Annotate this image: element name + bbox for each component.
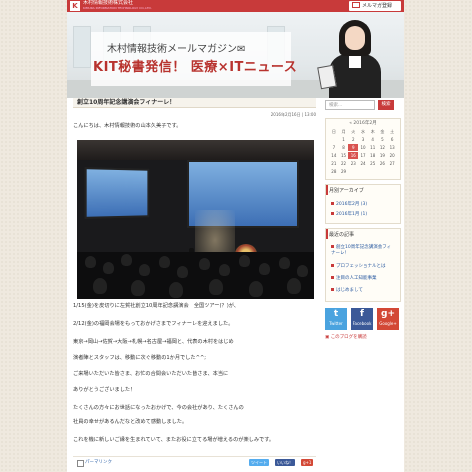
calendar-weekday: 水 <box>360 129 365 134</box>
main-content: 創立10周年記念講演会フィナーレ！ 2016年2月16日 | 13:00 こんに… <box>73 98 316 472</box>
calendar-title[interactable]: « 2016年2月 <box>326 120 400 126</box>
calendar-weekday: 金 <box>380 129 385 134</box>
post-paragraph: 東京→岡山→佐賀→大阪→札幌→名古屋→福岡と、代表の木村をはじめ <box>73 339 234 345</box>
calendar-day: 10 <box>360 145 366 150</box>
search-button[interactable]: 検索 <box>378 100 394 110</box>
calendar-day: 28 <box>331 169 337 174</box>
calendar-day <box>358 168 368 175</box>
calendar-day: 18 <box>370 153 376 158</box>
recent-post-item[interactable]: はじめまして <box>331 287 363 293</box>
search-input[interactable]: 検索... <box>325 100 375 110</box>
calendar-weekday: 木 <box>370 129 375 134</box>
like-button[interactable]: いいね！ <box>275 459 295 466</box>
calendar-day: 22 <box>341 161 347 166</box>
calendar-day <box>329 136 339 143</box>
calendar-widget: « 2016年2月 日月火水木金土 1 2 3 4 5 6 7 8 9 10 11 12 13 14 15 16… <box>325 118 401 180</box>
post-paragraph: ありがとうございました！ <box>73 387 136 393</box>
google-plus-share-button[interactable]: g+ Google+ <box>377 308 399 330</box>
calendar-day: 26 <box>379 161 385 166</box>
calendar-weekday: 月 <box>341 129 346 134</box>
post-paragraph: ご来場いただいた皆さま、お忙の合間会いただいた皆さま、本当に <box>73 371 229 377</box>
calendar-day: 27 <box>389 161 395 166</box>
calendar-grid: 日月火水木金土 1 2 3 4 5 6 7 8 9 10 11 12 13 14 15 16 17 18 19 20 21… <box>329 128 397 175</box>
calendar-day: 20 <box>389 153 395 158</box>
calendar-day: 11 <box>370 145 376 150</box>
calendar-day: 21 <box>331 161 337 166</box>
calendar-day[interactable]: 16 <box>348 152 359 159</box>
calendar-day: 25 <box>370 161 376 166</box>
calendar-day: 23 <box>350 161 356 166</box>
recent-post-item[interactable]: 創立10周年記念講演会フィナーレ！ <box>331 245 393 257</box>
header-banner[interactable]: 木村情報技術メールマガジン✉ KIT秘書発信！ 医療×ITニュース <box>67 12 404 98</box>
post-paragraph: これを機に新しいご縁を生まれていて、またお役に立てる場が増えるのが楽しみです。 <box>73 437 275 443</box>
calendar-day: 29 <box>341 169 347 174</box>
sidebar: 検索... 検索 « 2016年2月 日月火水木金土 1 2 3 4 5 6 7 8 9 10 11 1… <box>323 98 401 472</box>
company-name-en: KIMURA INFORMATION TECHNOLOGY CO.,LTD. <box>83 6 152 10</box>
banner-window <box>73 26 91 68</box>
calendar-day: 12 <box>379 145 385 150</box>
calendar-day <box>378 168 388 175</box>
calendar-weekday: 日 <box>331 129 336 134</box>
post-date: 2016年2月16日 | 13:00 <box>270 112 316 117</box>
newsletter-signup-button[interactable]: メルマガ登録 <box>349 1 401 11</box>
post-paragraph: 社員の幸せがあるんだなと改めて感動しました。 <box>73 419 188 425</box>
audience <box>77 252 314 299</box>
banner-title: KIT秘書発信！ 医療×ITニュース <box>93 60 298 75</box>
archive-item[interactable]: 2016年2月 (3) <box>331 201 367 207</box>
calendar-day <box>387 168 397 175</box>
post-paragraph: たくさんの方々にお世話になったおかげで、今の会社があり、たくさんの <box>73 405 244 411</box>
calendar-day: 24 <box>360 161 366 166</box>
calendar-day: 8 <box>342 145 345 150</box>
twitter-icon: t <box>333 309 339 319</box>
document-icon <box>77 460 84 467</box>
company-logo[interactable]: K <box>70 1 80 11</box>
secretary-photo <box>317 20 391 98</box>
recent-posts-title: 最近の記事 <box>329 232 355 238</box>
permalink-link[interactable]: パーマリンク <box>85 459 112 465</box>
calendar-day: 17 <box>360 153 366 158</box>
calendar-weekday: 火 <box>351 129 356 134</box>
calendar-day: 13 <box>389 145 395 150</box>
calendar-day: 7 <box>332 145 336 150</box>
archive-item[interactable]: 2016年1月 (1) <box>331 211 367 217</box>
newsletter-signup-label: メルマガ登録 <box>362 3 393 9</box>
calendar-day: 5 <box>381 137 384 142</box>
projection-screen-left <box>84 167 150 219</box>
google-plus-button[interactable]: g+1 <box>301 459 314 466</box>
tweet-button[interactable]: ツイート <box>249 459 269 466</box>
recent-post-item[interactable]: 注目の人工知能事業 <box>331 275 377 281</box>
calendar-day: 3 <box>361 137 365 142</box>
banner-subtitle: 木村情報技術メールマガジン✉ <box>107 44 246 55</box>
post-paragraph: 演者陣とスタッフは、移動に次ぐ移動の1か月でした^^; <box>73 355 207 361</box>
post-footer: パーマリンク ツイート いいね！ g+1 <box>73 456 316 468</box>
facebook-icon: f <box>360 309 364 319</box>
rss-subscribe-link[interactable]: ▣ このブログを購読 <box>325 334 367 340</box>
calendar-day: 4 <box>371 137 374 142</box>
calendar-day: 15 <box>341 153 347 158</box>
calendar-day <box>348 168 358 175</box>
post-paragraph: 1/15(金)を皮切りに左賀社創立10周年記念講演会 全国ツアー(？)が、 <box>73 303 239 309</box>
calendar-weekday: 土 <box>390 129 395 134</box>
page-container: K 木村情報技術株式会社 KIMURA INFORMATION TECHNOLO… <box>67 0 404 472</box>
post-greeting: こんにちは、木村情報技術の山本久美子です。 <box>73 123 182 129</box>
archive-title: 月別アーカイブ <box>329 188 364 194</box>
post-paragraph: 2/12(金)の福岡会場をもっておかげさまでフィナーレを迎えました。 <box>73 321 234 327</box>
post-title[interactable]: 創立10周年記念講演会フィナーレ！ <box>73 98 316 108</box>
top-bar: K 木村情報技術株式会社 KIMURA INFORMATION TECHNOLO… <box>67 0 404 12</box>
envelope-icon <box>352 1 360 8</box>
calendar-day: 14 <box>331 153 337 158</box>
twitter-share-button[interactable]: t Twitter <box>325 308 347 330</box>
facebook-share-button[interactable]: f Facebook <box>351 308 373 330</box>
calendar-day <box>368 168 378 175</box>
archive-widget: 月別アーカイブ 2016年2月 (3) 2016年1月 (1) <box>325 184 401 224</box>
event-photo[interactable] <box>77 140 314 299</box>
calendar-day: 2 <box>352 137 355 142</box>
google-plus-icon: g+ <box>381 309 395 319</box>
calendar-day: 6 <box>390 137 394 142</box>
calendar-day[interactable]: 9 <box>348 144 359 151</box>
recent-post-item[interactable]: プロフェッショナルとは <box>331 263 386 269</box>
calendar-day: 19 <box>379 153 385 158</box>
calendar-day: 1 <box>342 137 345 142</box>
recent-posts-widget: 最近の記事 創立10周年記念講演会フィナーレ！ プロフェッショナルとは 注目の人… <box>325 228 401 302</box>
